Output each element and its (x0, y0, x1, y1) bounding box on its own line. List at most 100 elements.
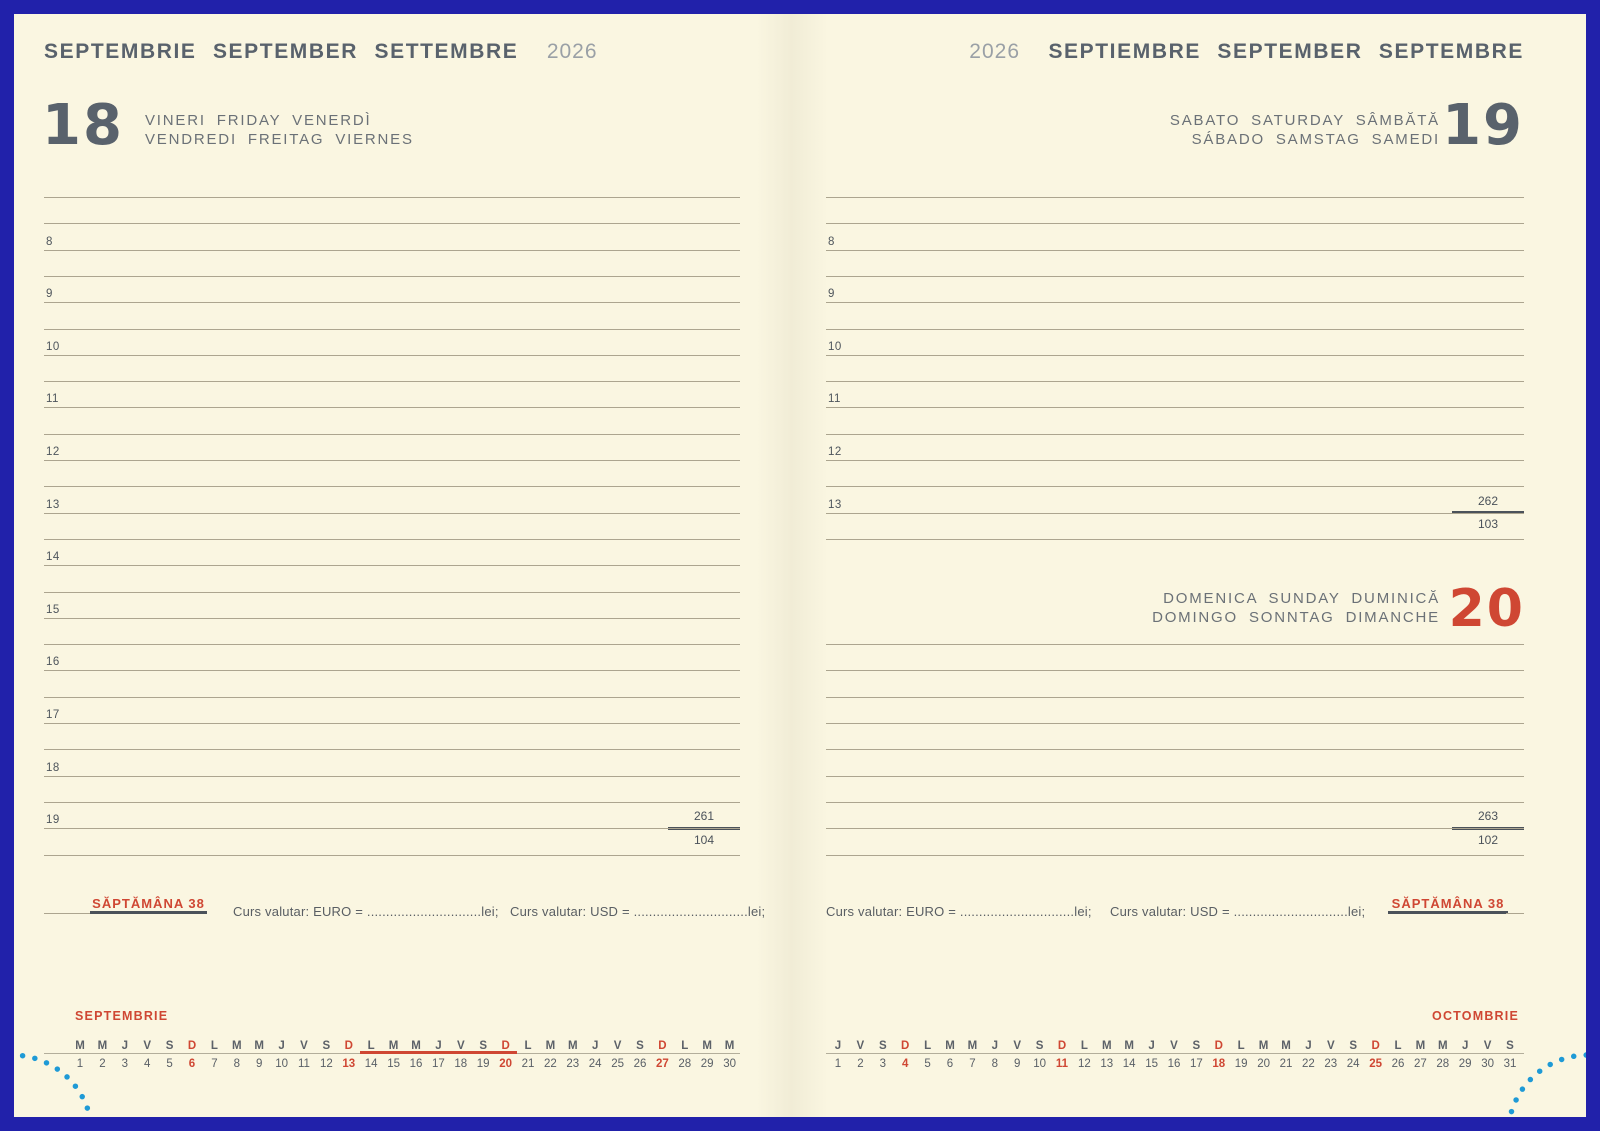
calendar-day-number: 25 (607, 1058, 629, 1071)
rule-line (44, 329, 740, 330)
hour-label: 12 (828, 445, 842, 459)
right-month-names: SEPTIEMBRE SEPTEMBER SEPTEMBRE (1048, 40, 1524, 63)
rule-line (826, 276, 1524, 277)
calendar-day-letter: L (1387, 1040, 1409, 1053)
rule-line (44, 355, 740, 356)
calendar-day-number: 7 (961, 1058, 983, 1071)
calendar-day-letter: L (917, 1040, 939, 1053)
calendar-day-number: 1 (69, 1058, 91, 1071)
hour-label: 9 (828, 287, 835, 301)
calendar-day-letter: S (629, 1040, 651, 1053)
calendar-day-letter: M (1432, 1040, 1454, 1053)
rule-line (44, 197, 740, 198)
rule-line (44, 828, 740, 829)
rule-line (826, 670, 1524, 671)
calendar-day-letter: M (226, 1040, 248, 1053)
calendar-day-letter: V (1477, 1040, 1499, 1053)
calendar-day-letter: V (607, 1040, 629, 1053)
left-month-names: SEPTEMBRIE SEPTEMBER SETTEMBRE (44, 40, 518, 63)
hour-label: 14 (46, 550, 60, 564)
calendar-day-number: 3 (114, 1058, 136, 1071)
day-18-names-line1: VINERI FRIDAY VENERDÌ (145, 111, 414, 130)
calendar-day-letter: D (1051, 1040, 1073, 1053)
calendar-day-letter: V (136, 1040, 158, 1053)
calendar-day-number: 14 (360, 1058, 382, 1071)
rule-line (44, 381, 740, 382)
calendar-day-letter: S (872, 1040, 894, 1053)
calendar-day-number: 8 (226, 1058, 248, 1071)
calendar-day-number: 30 (1477, 1058, 1499, 1071)
calendar-day-number: 23 (562, 1058, 584, 1071)
calendar-day-letter: M (939, 1040, 961, 1053)
left-month-header: SEPTEMBRIE SEPTEMBER SETTEMBRE 2026 (44, 40, 598, 64)
diary-paper: SEPTEMBRIE SEPTEMBER SETTEMBRE 2026 18 V… (14, 14, 1586, 1117)
calendar-day-letter: D (651, 1040, 673, 1053)
calendar-day-letter: L (203, 1040, 225, 1053)
rule-line (826, 513, 1524, 514)
calendar-day-number: 15 (1141, 1058, 1163, 1071)
calendar-day-number: 13 (338, 1058, 360, 1071)
rule-line (826, 644, 1524, 645)
rule-line (826, 855, 1524, 856)
calendar-day-number: 19 (472, 1058, 494, 1071)
calendar-day-number: 25 (1365, 1058, 1387, 1071)
right-month-header: 2026 SEPTIEMBRE SEPTEMBER SEPTEMBRE (969, 40, 1524, 64)
rule-line (44, 407, 740, 408)
hour-label: 12 (46, 445, 60, 459)
calendar-day-number: 28 (674, 1058, 696, 1071)
calendar-day-letter: V (849, 1040, 871, 1053)
calendar-day-number: 1 (827, 1058, 849, 1071)
rule-line (44, 539, 740, 540)
calendar-day-number: 16 (405, 1058, 427, 1071)
rule-line (826, 828, 1524, 829)
calendar-day-letter: D (1208, 1040, 1230, 1053)
day-number-19: 19 (1442, 98, 1524, 154)
calendar-day-letter: V (293, 1040, 315, 1053)
calendar-day-letter: S (1029, 1040, 1051, 1053)
calendar-day-letter: D (338, 1040, 360, 1053)
hour-label: 8 (828, 235, 835, 249)
calendar-day-letter: D (181, 1040, 203, 1053)
rule-line (44, 749, 740, 750)
left-curs-euro: Curs valutar: EURO = ...................… (233, 904, 499, 920)
rule-line (826, 539, 1524, 540)
rule-line (44, 565, 740, 566)
hour-label: 11 (828, 392, 841, 406)
calendar-day-letter: M (539, 1040, 561, 1053)
left-year: 2026 (547, 40, 598, 63)
week-row-line (44, 913, 92, 914)
rule-line (44, 460, 740, 461)
rule-line (826, 723, 1524, 724)
calendar-day-letter: M (696, 1040, 718, 1053)
calendar-day-letter: J (1141, 1040, 1163, 1053)
calendar-day-number: 10 (271, 1058, 293, 1071)
rule-line (826, 749, 1524, 750)
calendar-day-number: 2 (91, 1058, 113, 1071)
rule-line (44, 250, 740, 251)
right20-page-number-bottom: 102 (1452, 834, 1524, 847)
hour-label: 10 (46, 340, 60, 354)
calendar-day-number: 9 (1006, 1058, 1028, 1071)
calendar-day-number: 14 (1118, 1058, 1140, 1071)
rule-line (44, 670, 740, 671)
hour-label: 13 (828, 498, 842, 512)
day-20-names-line1: DOMENICA SUNDAY DUMINICĂ (1152, 589, 1440, 608)
right19-page-number-bottom: 103 (1452, 518, 1524, 531)
calendar-day-number: 12 (315, 1058, 337, 1071)
rule-line (826, 355, 1524, 356)
calendar-day-letter: M (562, 1040, 584, 1053)
calendar-day-number: 20 (1253, 1058, 1275, 1071)
rule-line (44, 276, 740, 277)
right-year: 2026 (969, 40, 1020, 63)
calendar-day-letter: S (1499, 1040, 1521, 1053)
left-week-underline (90, 911, 207, 914)
calendar-day-number: 31 (1499, 1058, 1521, 1071)
calendar-day-number: 6 (181, 1058, 203, 1071)
rule-line (44, 618, 740, 619)
rule-line (44, 513, 740, 514)
day-number-18: 18 (42, 98, 124, 154)
calendar-day-number: 9 (248, 1058, 270, 1071)
calendar-day-number: 26 (629, 1058, 651, 1071)
hour-label: 15 (46, 603, 60, 617)
calendar-day-letter: J (1454, 1040, 1476, 1053)
